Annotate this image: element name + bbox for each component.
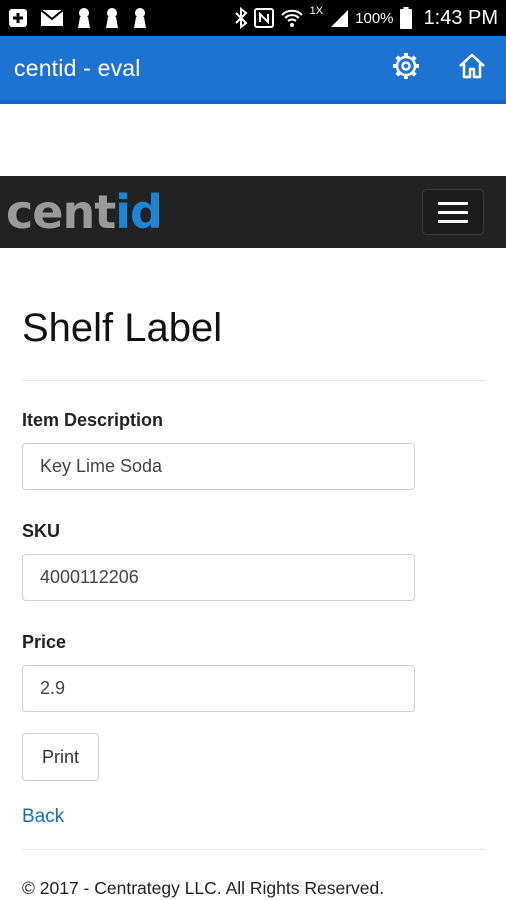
back-link[interactable]: Back xyxy=(22,805,486,829)
app-bar-divider xyxy=(0,100,506,104)
hamburger-icon-bar xyxy=(438,219,468,223)
menu-toggle-button[interactable] xyxy=(422,189,484,235)
print-button[interactable]: Print xyxy=(22,733,99,781)
footer-divider xyxy=(22,849,486,850)
signal-icon xyxy=(329,7,349,29)
centid-logo[interactable]: centid xyxy=(6,189,163,235)
system-icons: 1X 100% 1:43 PM xyxy=(234,5,498,30)
status-bar: 1X 100% 1:43 PM xyxy=(0,0,506,36)
hamburger-icon-bar xyxy=(438,201,468,205)
keyhole-icon xyxy=(104,7,120,29)
page-title: Shelf Label xyxy=(22,306,223,350)
app-title: centid - eval xyxy=(14,54,141,81)
logo-text-id: id xyxy=(115,185,163,239)
footer-copyright: © 2017 - Centrategy LLC. All Rights Rese… xyxy=(22,878,385,898)
site-navbar: centid xyxy=(0,176,506,248)
app-action-bar: centid - eval xyxy=(0,36,506,100)
sku-input[interactable] xyxy=(22,554,415,601)
app-bar-actions xyxy=(386,48,506,88)
network-type-label: 1X xyxy=(309,5,324,17)
home-icon xyxy=(457,51,487,86)
notification-icons xyxy=(8,7,148,29)
item-description-input[interactable] xyxy=(22,443,415,490)
battery-icon xyxy=(399,7,412,29)
bluetooth-icon xyxy=(234,7,248,29)
price-label: Price xyxy=(22,632,67,652)
status-time: 1:43 PM xyxy=(423,6,498,29)
nfc-icon xyxy=(253,7,274,29)
price-input[interactable] xyxy=(22,665,415,712)
wifi-icon xyxy=(280,7,304,29)
mail-icon xyxy=(40,7,64,29)
keyhole-icon xyxy=(132,7,148,29)
home-button[interactable] xyxy=(452,48,492,88)
item-description-label: Item Description xyxy=(22,410,164,430)
settings-button[interactable] xyxy=(386,48,426,88)
sku-label: SKU xyxy=(22,521,61,541)
title-divider xyxy=(22,380,486,381)
battery-percent: 100% xyxy=(355,9,394,27)
logo-text-cent: cent xyxy=(6,185,116,239)
plus-box-icon xyxy=(8,7,28,29)
main-content: Shelf Label Item Description SKU Price P… xyxy=(22,248,486,899)
keyhole-icon xyxy=(76,7,92,29)
hamburger-icon-bar xyxy=(438,210,468,214)
settings-gear-icon xyxy=(391,51,421,86)
